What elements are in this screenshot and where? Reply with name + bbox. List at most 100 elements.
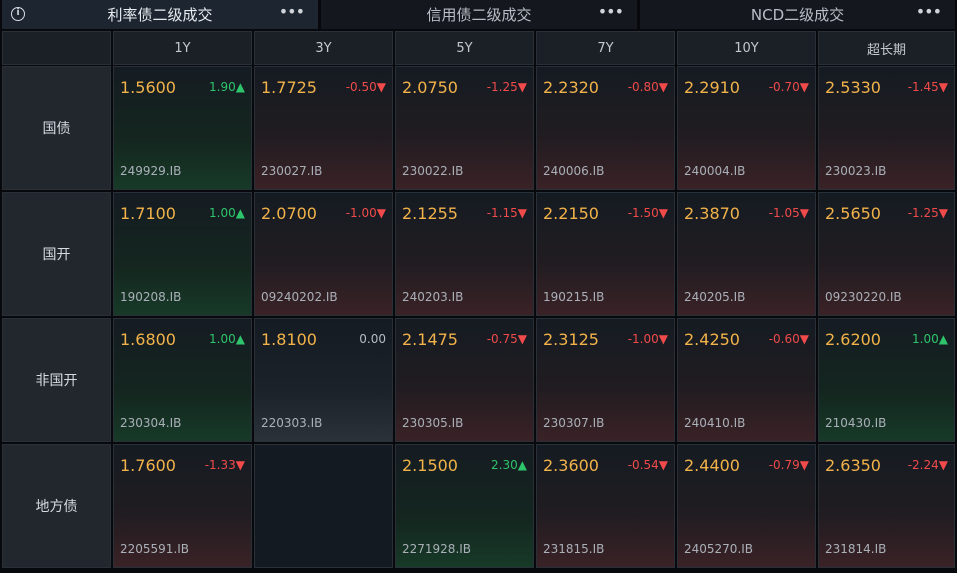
column-header: 10Y xyxy=(677,31,816,65)
bond-quote-cell[interactable]: 2.1475 -0.75▼ 230305.IB xyxy=(395,318,534,442)
bond-code: 249929.IB xyxy=(120,164,182,178)
column-header: 5Y xyxy=(395,31,534,65)
yield-value: 2.3125 xyxy=(543,330,599,349)
bond-code: 240203.IB xyxy=(402,290,464,304)
change-value: 1.00▲ xyxy=(209,332,245,346)
bond-quote-cell[interactable]: 2.5650 -1.25▼ 09230220.IB xyxy=(818,192,955,316)
bond-code: 230305.IB xyxy=(402,416,464,430)
change-value: -0.50▼ xyxy=(345,80,386,94)
tab-label: 利率债二级成交 xyxy=(107,6,213,24)
bond-quote-cell[interactable]: 2.6350 -2.24▼ 231814.IB xyxy=(818,444,955,568)
bond-quote-cell[interactable]: 1.7600 -1.33▼ 2205591.IB xyxy=(113,444,252,568)
change-value: -1.00▼ xyxy=(627,332,668,346)
bond-quote-cell[interactable]: 2.6200 1.00▲ 210430.IB xyxy=(818,318,955,442)
change-value: 1.00▲ xyxy=(209,206,245,220)
bond-quote-cell[interactable]: 2.5330 -1.45▼ 230023.IB xyxy=(818,66,955,190)
row-header: 非国开 xyxy=(2,318,111,442)
change-value: -0.75▼ xyxy=(486,332,527,346)
change-value: -0.79▼ xyxy=(768,458,809,472)
yield-value: 2.2150 xyxy=(543,204,599,223)
bond-quote-cell[interactable]: 2.2910 -0.70▼ 240004.IB xyxy=(677,66,816,190)
bond-quote-cell[interactable]: 2.4400 -0.79▼ 2405270.IB xyxy=(677,444,816,568)
bond-quote-cell[interactable]: 2.3870 -1.05▼ 240205.IB xyxy=(677,192,816,316)
tab-label: NCD二级成交 xyxy=(750,6,845,24)
bond-code: 2205591.IB xyxy=(120,542,190,556)
change-value: 2.30▲ xyxy=(491,458,527,472)
bond-code: 230307.IB xyxy=(543,416,605,430)
bond-quote-cell[interactable]: 2.3600 -0.54▼ 231815.IB xyxy=(536,444,675,568)
bond-code: 190215.IB xyxy=(543,290,605,304)
bond-code: 230022.IB xyxy=(402,164,464,178)
bond-code: 231815.IB xyxy=(543,542,605,556)
tab-bar: i 利率债二级成交 ••• 信用债二级成交 ••• NCD二级成交 ••• xyxy=(0,0,957,30)
yield-value: 2.1475 xyxy=(402,330,458,349)
column-header: 超长期 xyxy=(818,31,955,65)
bond-quote-cell[interactable] xyxy=(254,444,393,568)
yield-value: 1.5600 xyxy=(120,78,176,97)
bond-quote-cell[interactable]: 2.1500 2.30▲ 2271928.IB xyxy=(395,444,534,568)
yield-value: 1.6800 xyxy=(120,330,176,349)
bond-code: 240004.IB xyxy=(684,164,746,178)
bond-code: 220303.IB xyxy=(261,416,323,430)
yield-value: 1.7725 xyxy=(261,78,317,97)
yield-value: 2.1255 xyxy=(402,204,458,223)
more-options-icon[interactable]: ••• xyxy=(279,2,305,21)
yield-value: 2.4400 xyxy=(684,456,740,475)
yield-value: 1.8100 xyxy=(261,330,317,349)
row-header: 国债 xyxy=(2,66,111,190)
tab-label: 信用债二级成交 xyxy=(426,6,532,24)
yield-value: 2.0750 xyxy=(402,78,458,97)
bond-code: 2271928.IB xyxy=(402,542,472,556)
column-header: 3Y xyxy=(254,31,393,65)
change-value: -1.25▼ xyxy=(486,80,527,94)
bond-quote-cell[interactable]: 1.5600 1.90▲ 249929.IB xyxy=(113,66,252,190)
bond-quote-cell[interactable]: 2.1255 -1.15▼ 240203.IB xyxy=(395,192,534,316)
more-options-icon[interactable]: ••• xyxy=(916,2,942,21)
yield-value: 2.6200 xyxy=(825,330,881,349)
tab-ncd-trades[interactable]: NCD二级成交 ••• xyxy=(640,0,955,29)
bond-code: 230023.IB xyxy=(825,164,887,178)
bond-code: 09240202.IB xyxy=(261,290,338,304)
bond-code: 210430.IB xyxy=(825,416,887,430)
row-header: 地方债 xyxy=(2,444,111,568)
bond-code: 230027.IB xyxy=(261,164,323,178)
change-value: -1.45▼ xyxy=(907,80,948,94)
bond-code: 230304.IB xyxy=(120,416,182,430)
bond-quote-cell[interactable]: 2.4250 -0.60▼ 240410.IB xyxy=(677,318,816,442)
bond-code: 2405270.IB xyxy=(684,542,754,556)
yield-value: 2.1500 xyxy=(402,456,458,475)
change-value: -0.60▼ xyxy=(768,332,809,346)
change-value: -1.05▼ xyxy=(768,206,809,220)
tab-rate-bond-trades[interactable]: i 利率债二级成交 ••• xyxy=(2,0,318,29)
column-header: 7Y xyxy=(536,31,675,65)
more-options-icon[interactable]: ••• xyxy=(598,2,624,21)
bond-quote-cell[interactable]: 1.6800 1.00▲ 230304.IB xyxy=(113,318,252,442)
change-value: 1.00▲ xyxy=(912,332,948,346)
yield-value: 2.6350 xyxy=(825,456,881,475)
bond-quote-cell[interactable]: 2.3125 -1.00▼ 230307.IB xyxy=(536,318,675,442)
yield-value: 2.2320 xyxy=(543,78,599,97)
bond-code: 240410.IB xyxy=(684,416,746,430)
info-icon[interactable]: i xyxy=(11,7,25,21)
yield-value: 2.0700 xyxy=(261,204,317,223)
yield-value: 1.7100 xyxy=(120,204,176,223)
change-value: 0.00 xyxy=(359,332,386,346)
change-value: -1.33▼ xyxy=(204,458,245,472)
bond-quote-cell[interactable]: 2.2150 -1.50▼ 190215.IB xyxy=(536,192,675,316)
bond-quote-cell[interactable]: 1.8100 0.00 220303.IB xyxy=(254,318,393,442)
bond-quote-cell[interactable]: 1.7100 1.00▲ 190208.IB xyxy=(113,192,252,316)
bond-trade-grid: 1Y 3Y 5Y 7Y 10Y 超长期 国债 1.5600 1.90▲ 249929.IB 1.77… xyxy=(0,30,957,573)
tab-credit-bond-trades[interactable]: 信用债二级成交 ••• xyxy=(321,0,637,29)
yield-value: 2.2910 xyxy=(684,78,740,97)
bond-quote-cell[interactable]: 2.0700 -1.00▼ 09240202.IB xyxy=(254,192,393,316)
bond-quote-cell[interactable]: 2.2320 -0.80▼ 240006.IB xyxy=(536,66,675,190)
change-value: -1.00▼ xyxy=(345,206,386,220)
change-value: -2.24▼ xyxy=(907,458,948,472)
bond-code: 231814.IB xyxy=(825,542,887,556)
yield-value: 1.7600 xyxy=(120,456,176,475)
bond-quote-cell[interactable]: 1.7725 -0.50▼ 230027.IB xyxy=(254,66,393,190)
bond-quote-cell[interactable]: 2.0750 -1.25▼ 230022.IB xyxy=(395,66,534,190)
bond-code: 09230220.IB xyxy=(825,290,902,304)
change-value: 1.90▲ xyxy=(209,80,245,94)
yield-value: 2.5330 xyxy=(825,78,881,97)
